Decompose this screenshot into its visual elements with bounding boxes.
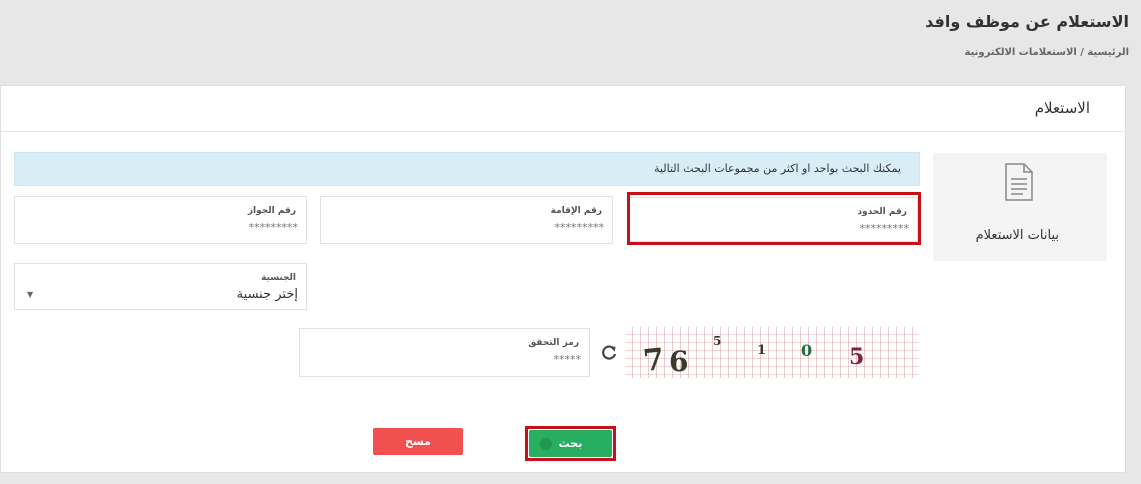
caret-down-icon: ▼ — [27, 290, 34, 299]
page-title: الاستعلام عن موظف وافد — [925, 12, 1129, 31]
svg-text:0: 0 — [801, 341, 812, 360]
svg-text:1: 1 — [757, 343, 766, 358]
svg-text:6: 6 — [669, 345, 688, 378]
passport-number-input[interactable] — [58, 219, 298, 235]
bottom-strip — [0, 473, 1141, 484]
side-panel-label: بيانات الاستعلام — [975, 228, 1059, 243]
svg-text:5: 5 — [713, 334, 721, 348]
side-panel-inquiry-data[interactable]: بيانات الاستعلام — [933, 153, 1107, 261]
captcha-field: رمز التحقق — [299, 328, 590, 377]
clear-button[interactable]: مسح — [373, 428, 463, 455]
captcha-image: 7 6 5 1 0 5 — [625, 327, 919, 378]
card-header: الاستعلام — [1, 86, 1125, 132]
passport-number-field: رقم الجواز — [14, 196, 307, 244]
nationality-selected: إختر جنسية — [236, 287, 298, 302]
search-button-highlight — [525, 426, 616, 461]
inquiry-card: الاستعلام بيانات الاستعلام يمكنك البحث ب… — [0, 85, 1126, 473]
refresh-icon[interactable] — [599, 343, 619, 363]
captcha-label: رمز التحقق — [528, 338, 579, 348]
info-text: يمكنك البحث بواحد او اكثر من مجموعات الب… — [654, 162, 901, 175]
document-icon — [1005, 163, 1033, 201]
border-number-highlight — [627, 192, 921, 245]
info-alert: يمكنك البحث بواحد او اكثر من مجموعات الب… — [14, 152, 920, 186]
svg-text:7: 7 — [642, 342, 666, 378]
card-title: الاستعلام — [1034, 99, 1090, 117]
svg-text:5: 5 — [849, 344, 864, 370]
passport-number-label: رقم الجواز — [247, 206, 296, 216]
nationality-select[interactable]: الجنسية إختر جنسية ▼ — [14, 263, 307, 310]
iqama-number-label: رقم الإقامة — [550, 206, 602, 216]
captcha-input[interactable] — [341, 351, 581, 367]
nationality-label: الجنسية — [261, 273, 296, 283]
iqama-number-input[interactable] — [364, 219, 604, 235]
iqama-number-field: رقم الإقامة — [320, 196, 613, 244]
breadcrumb[interactable]: الرئيسية / الاستعلامات الالكترونية — [964, 47, 1129, 58]
